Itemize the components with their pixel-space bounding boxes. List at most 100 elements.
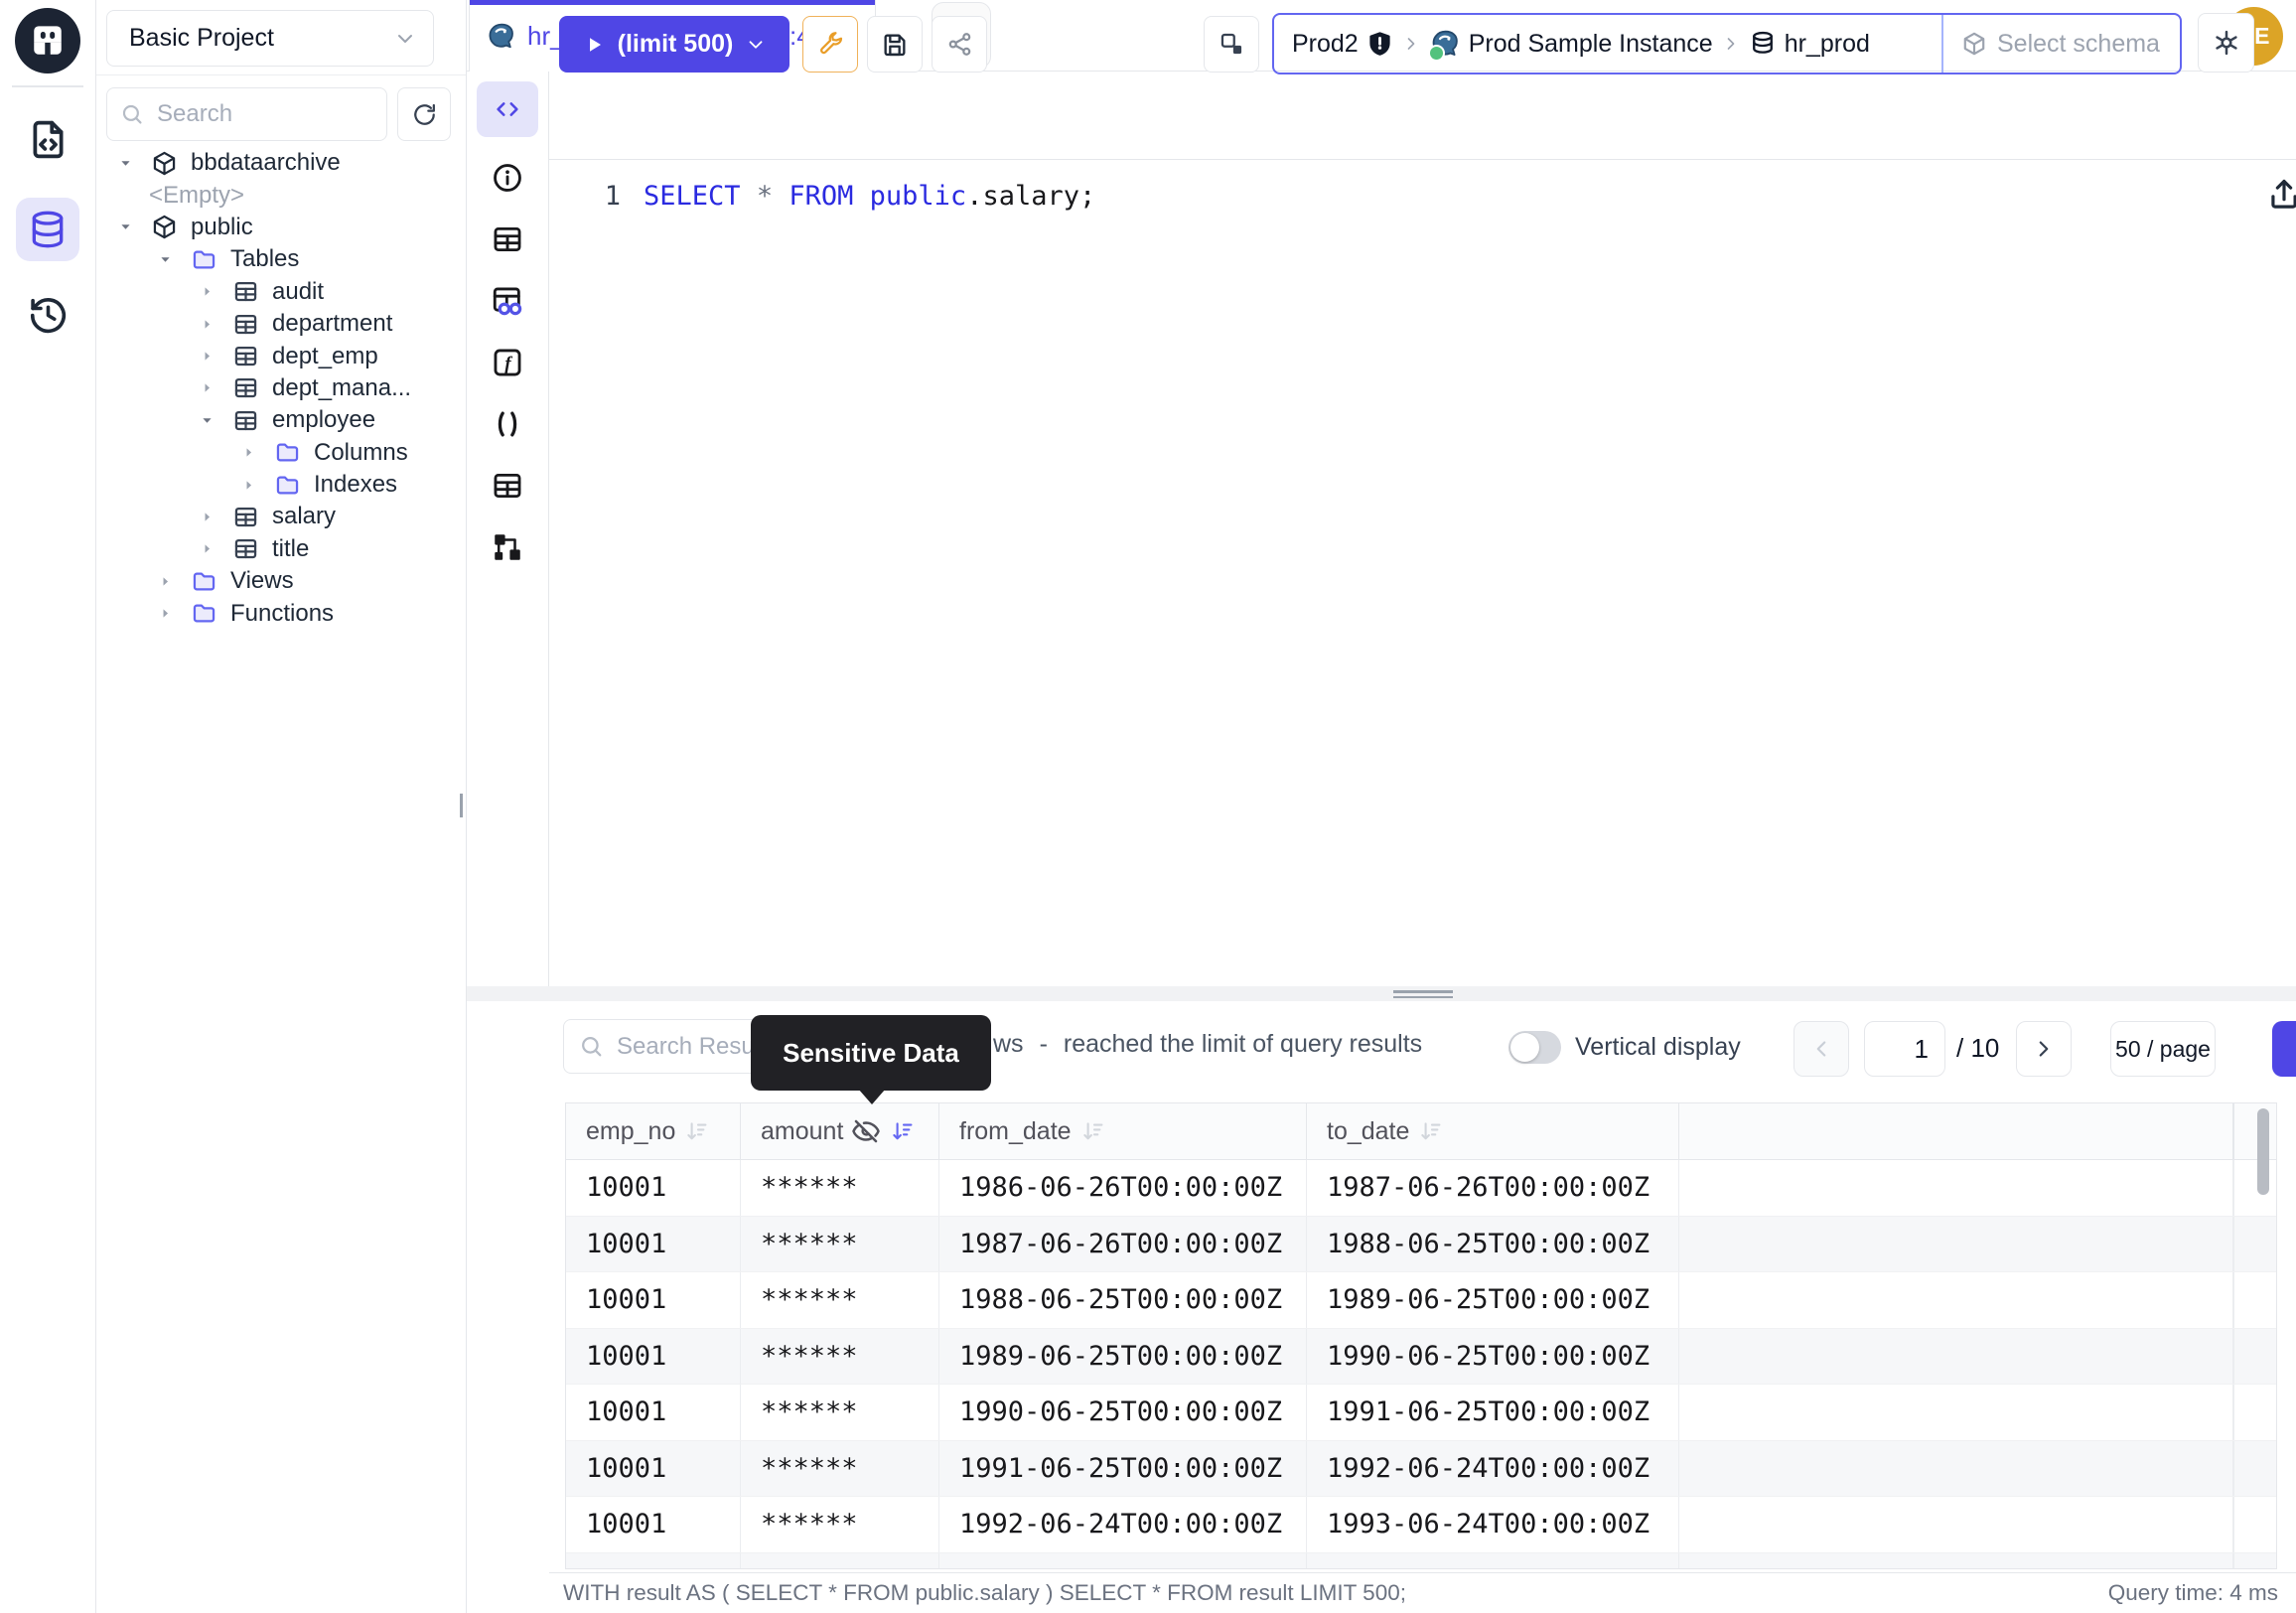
chevron-right-icon[interactable] <box>199 348 215 365</box>
table-row[interactable]: 10001******1988-06-25T00:00:00Z1989-06-2… <box>566 1272 2276 1329</box>
upload-icon[interactable] <box>2265 175 2296 213</box>
cell-amount[interactable]: ****** <box>741 1441 939 1497</box>
tree-item-views[interactable]: Views <box>96 565 466 597</box>
chevron-down-icon[interactable] <box>199 412 215 429</box>
editor-rail-function-square[interactable]: f <box>491 346 524 379</box>
bytebase-logo[interactable] <box>15 8 80 73</box>
cell-to_date[interactable]: 1990-06-25T00:00:00Z <box>1307 1329 1679 1385</box>
chevron-right-icon[interactable] <box>240 444 257 461</box>
editor-rail-parens[interactable] <box>491 407 524 441</box>
editor-rail-schema-diagram[interactable] <box>491 530 524 564</box>
editor-rail-masked-table[interactable] <box>491 284 524 318</box>
tree-item-title[interactable]: title <box>96 533 466 565</box>
tree-item-dept-emp[interactable]: dept_emp <box>96 340 466 371</box>
sort-icon[interactable] <box>1080 1119 1105 1144</box>
cell-emp_no[interactable]: 10001 <box>566 1217 741 1272</box>
cell-emp_no[interactable]: 10001 <box>566 1272 741 1328</box>
cell-emp_no[interactable]: 10001 <box>566 1441 741 1497</box>
table-row[interactable]: 10001******1991-06-25T00:00:00Z1992-06-2… <box>566 1441 2276 1498</box>
chevron-right-icon[interactable] <box>199 379 215 396</box>
cell-from_date[interactable]: 1989-06-25T00:00:00Z <box>939 1329 1307 1385</box>
cell-amount[interactable]: ****** <box>741 1553 939 1570</box>
eye-off-icon[interactable] <box>851 1116 881 1146</box>
cell-to_date[interactable]: 1987-06-26T00:00:00Z <box>1307 1160 1679 1216</box>
sidebar-search-input[interactable] <box>155 99 374 129</box>
editor-rail-table[interactable] <box>491 222 524 256</box>
chevron-right-icon[interactable] <box>240 477 257 494</box>
tree-item-tables[interactable]: Tables <box>96 243 466 275</box>
next-page-button[interactable] <box>2016 1021 2072 1077</box>
chevron-down-icon[interactable] <box>157 251 174 268</box>
cell-amount[interactable]: ****** <box>741 1217 939 1272</box>
editor-rail-table[interactable] <box>491 469 524 503</box>
cell-emp_no[interactable]: 10001 <box>566 1553 741 1570</box>
cell-amount[interactable]: ****** <box>741 1497 939 1552</box>
editor-rail-code-active[interactable] <box>477 81 538 137</box>
cell-to_date[interactable]: 1994-06-24T00:00:00Z <box>1307 1553 1679 1570</box>
sort-icon[interactable] <box>1418 1119 1443 1144</box>
chevron-down-icon[interactable] <box>117 155 134 172</box>
cell-emp_no[interactable]: 10001 <box>566 1160 741 1216</box>
sidebar-item-databases[interactable] <box>16 198 79 261</box>
chevron-down-icon[interactable] <box>117 219 134 235</box>
cell-from_date[interactable]: 1986-06-26T00:00:00Z <box>939 1160 1307 1216</box>
history-icon[interactable] <box>27 294 70 337</box>
sidebar-search[interactable] <box>106 87 387 141</box>
tree-item-columns[interactable]: Columns <box>96 437 466 469</box>
tree-item-salary[interactable]: salary <box>96 501 466 532</box>
cell-emp_no[interactable]: 10001 <box>566 1329 741 1385</box>
cell-from_date[interactable]: 1990-06-25T00:00:00Z <box>939 1385 1307 1440</box>
cell-to_date[interactable]: 1988-06-25T00:00:00Z <box>1307 1217 1679 1272</box>
ai-assistant-button[interactable] <box>2198 13 2254 73</box>
cell-amount[interactable]: ****** <box>741 1329 939 1385</box>
panel-resize-handle[interactable] <box>467 986 2296 1001</box>
cell-to_date[interactable]: 1993-06-24T00:00:00Z <box>1307 1497 1679 1552</box>
cell-to_date[interactable]: 1992-06-24T00:00:00Z <box>1307 1441 1679 1497</box>
batch-query-button[interactable] <box>1204 16 1259 73</box>
tree-item-indexes[interactable]: Indexes <box>96 469 466 501</box>
refresh-button[interactable] <box>397 87 451 141</box>
share-button[interactable] <box>932 16 987 73</box>
worksheets-icon[interactable] <box>26 117 71 162</box>
table-row[interactable]: 10001******1987-06-26T00:00:00Z1988-06-2… <box>566 1217 2276 1273</box>
tree-item-empty[interactable]: <Empty> <box>96 179 466 211</box>
cell-to_date[interactable]: 1989-06-25T00:00:00Z <box>1307 1272 1679 1328</box>
table-row[interactable]: 10001******1990-06-25T00:00:00Z1991-06-2… <box>566 1385 2276 1441</box>
cell-emp_no[interactable]: 10001 <box>566 1385 741 1440</box>
table-row[interactable]: 10001******1993-06-24T00:00:00Z1994-06-2… <box>566 1553 2276 1570</box>
project-select[interactable]: Basic Project <box>106 10 434 67</box>
connection-breadcrumb[interactable]: Prod2 Prod Sample Instance hr_prod Selec… <box>1272 13 2182 74</box>
chevron-right-icon[interactable] <box>157 573 174 590</box>
cell-from_date[interactable]: 1987-06-26T00:00:00Z <box>939 1217 1307 1272</box>
page-number-input[interactable] <box>1864 1021 1945 1077</box>
cell-emp_no[interactable]: 10001 <box>566 1497 741 1552</box>
chevron-right-icon[interactable] <box>199 316 215 333</box>
cell-from_date[interactable]: 1988-06-25T00:00:00Z <box>939 1272 1307 1328</box>
cell-amount[interactable]: ****** <box>741 1385 939 1440</box>
admin-wrench-button[interactable] <box>802 16 858 73</box>
table-row[interactable]: 10001******1986-06-26T00:00:00Z1987-06-2… <box>566 1160 2276 1217</box>
cell-amount[interactable]: ****** <box>741 1160 939 1216</box>
tree-item-bbdataarchive[interactable]: bbdataarchive <box>96 147 466 179</box>
export-button-edge[interactable] <box>2272 1021 2296 1077</box>
chevron-right-icon[interactable] <box>199 540 215 557</box>
tree-item-audit[interactable]: audit <box>96 276 466 308</box>
cell-to_date[interactable]: 1991-06-25T00:00:00Z <box>1307 1385 1679 1440</box>
cell-from_date[interactable]: 1992-06-24T00:00:00Z <box>939 1497 1307 1552</box>
sql-code-line[interactable]: SELECT * FROM public.salary; <box>644 181 1095 212</box>
chevron-right-icon[interactable] <box>199 509 215 525</box>
editor-rail-info[interactable] <box>491 161 524 195</box>
table-scrollbar[interactable] <box>2257 1108 2269 1195</box>
vertical-display-toggle[interactable] <box>1508 1031 1561 1064</box>
save-button[interactable] <box>867 16 923 73</box>
prev-page-button[interactable] <box>1794 1021 1849 1077</box>
select-schema[interactable]: Select schema <box>1943 30 2180 59</box>
tree-item-dept-mana[interactable]: dept_mana... <box>96 372 466 404</box>
tree-item-employee[interactable]: employee <box>96 404 466 436</box>
tree-item-department[interactable]: department <box>96 308 466 340</box>
table-row[interactable]: 10001******1992-06-24T00:00:00Z1993-06-2… <box>566 1497 2276 1553</box>
run-query-button[interactable]: (limit 500) <box>559 16 789 73</box>
sql-editor[interactable]: 1 SELECT * FROM public.salary; <box>549 160 2296 986</box>
cell-amount[interactable]: ****** <box>741 1272 939 1328</box>
sort-icon[interactable] <box>890 1119 915 1144</box>
